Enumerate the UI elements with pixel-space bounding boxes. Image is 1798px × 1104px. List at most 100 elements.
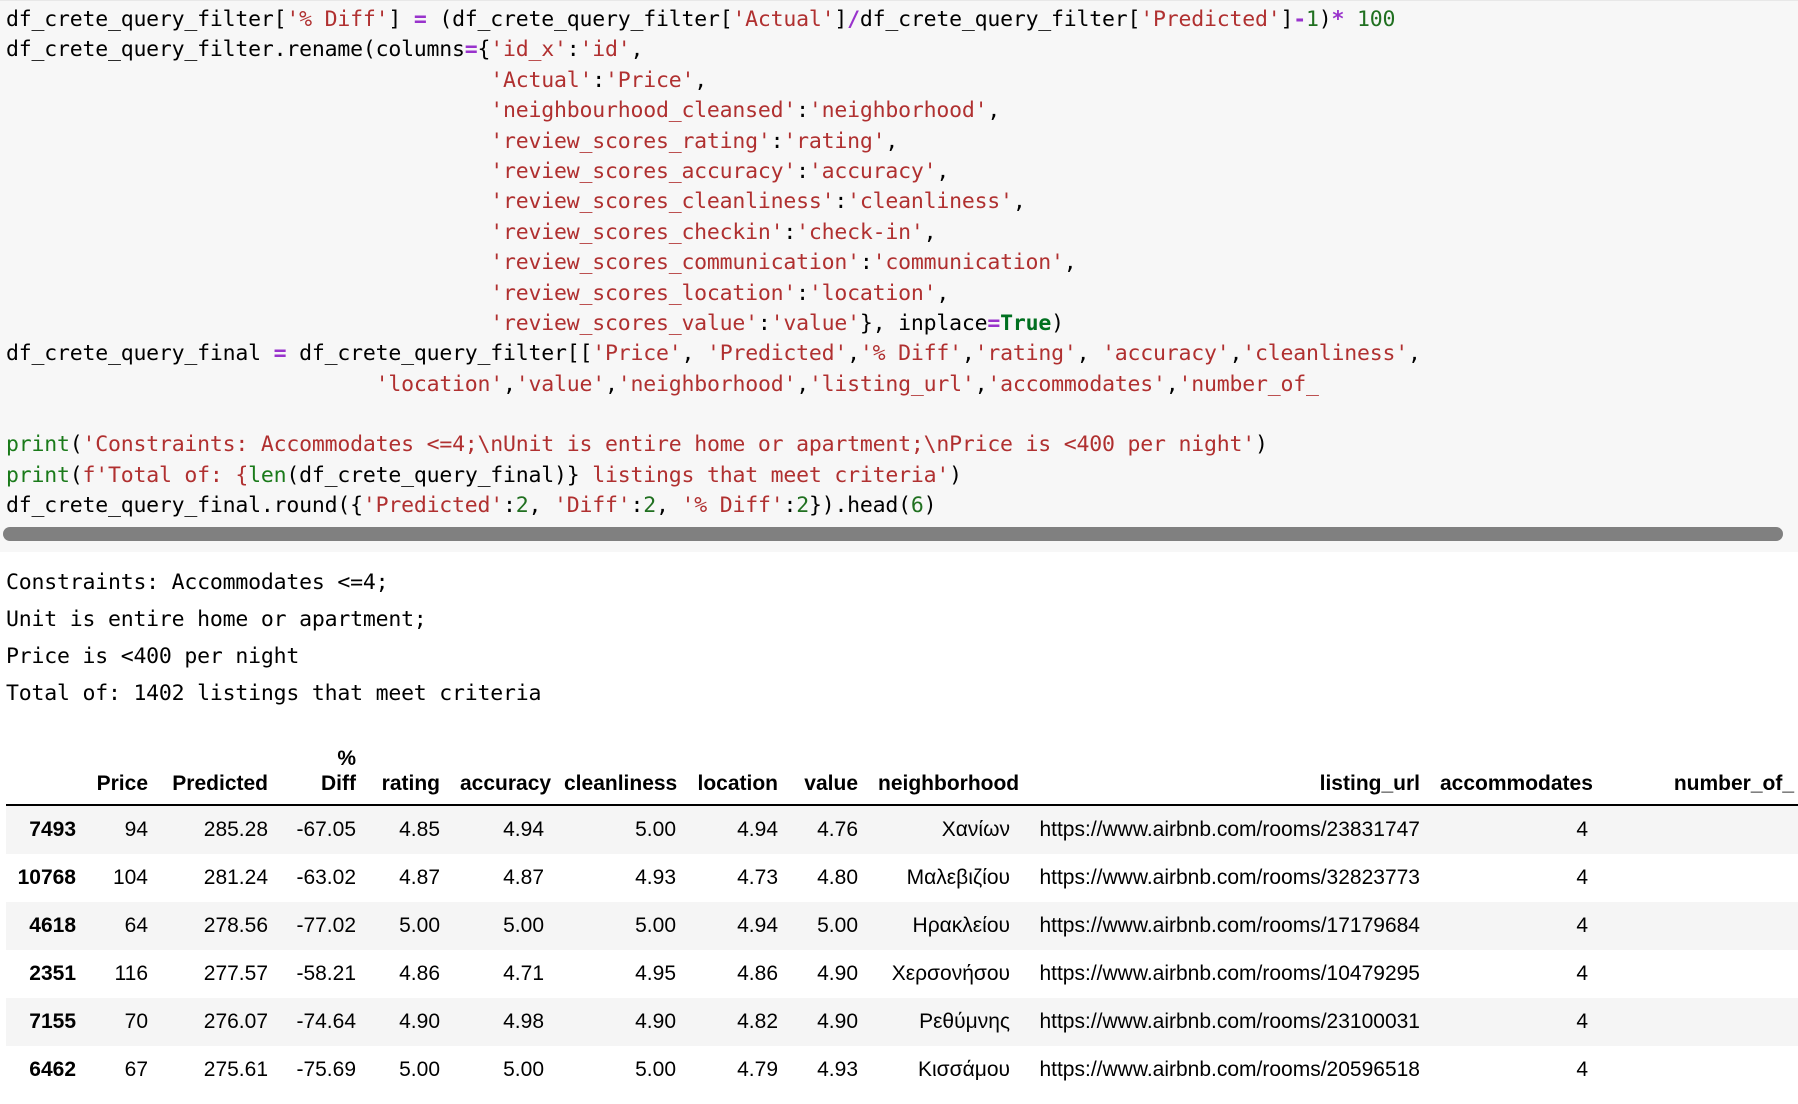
code-line: df_crete_query_filter['% Diff'] = (df_cr… [6,7,1396,32]
table-cell: -74.64 [296,1010,356,1033]
code-line: 'review_scores_value':'value'}, inplace=… [490,310,1064,336]
table-cell: 275.61 [203,1058,268,1081]
code-cell-scroll-viewport[interactable]: df_crete_query_filter['% Diff'] = (df_cr… [0,5,1798,525]
table-cell [1598,950,1798,998]
code-line: 'review_scores_rating':'rating', [490,128,899,154]
table-column-header: number_of_ [1598,746,1798,806]
table-cell: 4.90 [635,1010,676,1033]
code-line: 'location','value','neighborhood','listi… [375,371,1319,397]
table-cell: 4.95 [635,962,676,985]
table-column-header: Predicted [158,746,278,806]
table-cell: 4.73 [737,866,778,889]
table-cell: Χερσονήσου [891,962,1010,985]
table-cell: 4.93 [635,866,676,889]
table-cell: Ηρακλείου [912,914,1010,937]
table-cell: 4.90 [817,1010,858,1033]
table-cell-index: 7493 [29,818,76,841]
python-source-code[interactable]: df_crete_query_filter['% Diff'] = (df_cr… [6,5,1798,522]
table-cell: 70 [124,1010,148,1033]
table-cell: 4.76 [817,818,858,841]
table-cell: 4.86 [399,962,440,985]
table-cell: https://www.airbnb.com/rooms/17179684 [1039,914,1420,937]
table-cell: 4.87 [503,866,544,889]
table-cell: 4.94 [737,818,778,841]
code-line: 'review_scores_location':'location', [490,280,950,306]
code-cell[interactable]: df_crete_query_filter['% Diff'] = (df_cr… [0,0,1798,552]
table-cell: 4 [1576,1058,1588,1081]
table-header: Price Predicted% Diff rating accuracy cleanli… [6,746,1798,806]
table-cell: 4.90 [399,1010,440,1033]
table-cell-index: 10768 [17,866,76,889]
table-cell [1598,1046,1798,1094]
table-cell: 276.07 [203,1010,268,1033]
table-cell: Κισσάμου [918,1058,1010,1081]
table-cell: 104 [112,866,148,889]
table-row: 7493 94 285.28 -67.05 4.85 4.94 5.00 4.94 4.76 Χα… [6,805,1798,854]
table-cell: 5.00 [399,914,440,937]
table-cell: 5.00 [817,914,858,937]
table-cell: 281.24 [203,866,268,889]
table-cell [1598,998,1798,1046]
table-cell: 4.87 [399,866,440,889]
table-column-header: % Diff [278,746,366,806]
table-cell: 278.56 [203,914,268,937]
table-cell: 4.71 [503,962,544,985]
table-column-header: cleanliness [554,746,686,806]
table-cell: https://www.airbnb.com/rooms/20596518 [1039,1058,1420,1081]
table-cell: https://www.airbnb.com/rooms/23831747 [1039,818,1420,841]
code-line: df_crete_query_final = df_crete_query_fi… [6,341,1421,367]
table-cell: 4 [1576,866,1588,889]
table-cell-index: 6462 [29,1058,76,1081]
table-cell: 5.00 [635,818,676,841]
table-cell-index: 2351 [29,962,76,985]
horizontal-scrollbar[interactable] [0,524,1798,544]
table-cell: 4 [1576,818,1588,841]
table-column-header: accommodates [1430,746,1598,806]
table-column-header: neighborhood [868,746,1020,806]
table-cell: Μαλεβιζίου [906,866,1010,889]
cell-output-area: Constraints: Accommodates <=4; Unit is e… [0,552,1798,1094]
table-cell: https://www.airbnb.com/rooms/23100031 [1039,1010,1420,1033]
stdout-text: Constraints: Accommodates <=4; Unit is e… [6,570,542,706]
code-line: 'review_scores_checkin':'check-in', [490,219,937,245]
table-body: 7493 94 285.28 -67.05 4.85 4.94 5.00 4.94 4.76 Χα… [6,805,1798,1094]
table-cell: -63.02 [296,866,356,889]
table-row: 4618 64 278.56 -77.02 5.00 5.00 5.00 4.94 5.00 Ηρ… [6,902,1798,950]
dataframe-output[interactable]: Price Predicted% Diff rating accuracy cleanli… [6,746,1798,1094]
code-line: print('Constraints: Accommodates <=4;\nU… [6,432,1268,458]
table-cell: Χανίων [941,818,1010,841]
table-cell: 4 [1576,914,1588,937]
table-cell: 5.00 [503,1058,544,1081]
table-cell [1598,805,1798,854]
horizontal-scrollbar-thumb[interactable] [3,527,1783,541]
dataframe-table: Price Predicted% Diff rating accuracy cleanli… [6,746,1798,1094]
table-cell: 4.94 [503,818,544,841]
table-column-header: listing_url [1020,746,1430,806]
table-cell: -58.21 [296,962,356,985]
table-row: 7155 70 276.07 -74.64 4.90 4.98 4.90 4.82 4.90 Ρε… [6,998,1798,1046]
table-cell: 277.57 [203,962,268,985]
table-cell: 4.80 [817,866,858,889]
table-cell: 116 [114,962,148,985]
table-column-header: accuracy [450,746,554,806]
table-row: 2351 116 277.57 -58.21 4.86 4.71 4.95 4.86 4.90 Χ… [6,950,1798,998]
table-cell: https://www.airbnb.com/rooms/10479295 [1039,962,1420,985]
table-cell: 4.93 [817,1058,858,1081]
table-cell: Ρεθύμνης [919,1010,1010,1033]
table-cell: 67 [124,1058,148,1081]
table-cell [1598,854,1798,902]
table-cell: 4.85 [399,818,440,841]
table-cell: -75.69 [296,1058,356,1081]
table-column-header: value [788,746,868,806]
table-cell: 5.00 [635,914,676,937]
table-column-header: location [686,746,788,806]
code-line: df_crete_query_filter.rename(columns={'i… [6,37,644,63]
table-cell: 5.00 [503,914,544,937]
table-cell: 5.00 [399,1058,440,1081]
table-header-row: Price Predicted% Diff rating accuracy cleanli… [6,746,1798,806]
table-cell: 285.28 [203,818,268,841]
code-line: 'review_scores_accuracy':'accuracy', [490,158,950,184]
table-cell: 4.94 [737,914,778,937]
table-cell: 4.98 [503,1010,544,1033]
